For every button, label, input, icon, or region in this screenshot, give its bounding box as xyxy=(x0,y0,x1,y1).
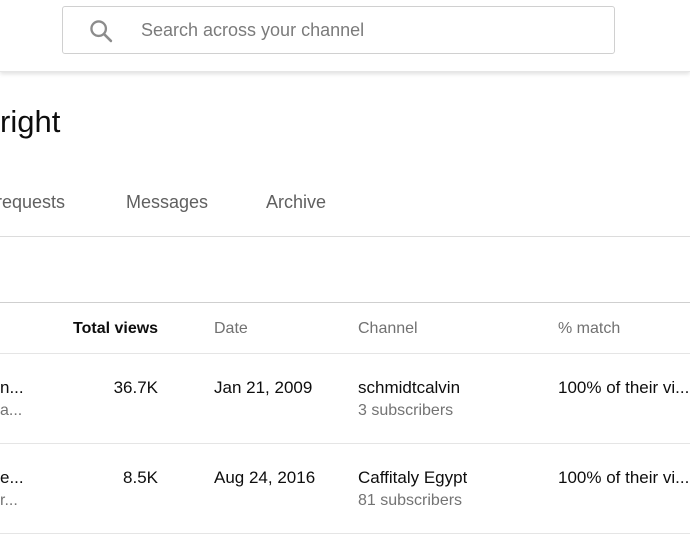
search-input[interactable] xyxy=(141,7,601,53)
video-title[interactable]: e... xyxy=(0,468,24,488)
column-header-total-views[interactable]: Total views xyxy=(73,320,158,338)
date-value: Aug 24, 2016 xyxy=(214,468,316,487)
date-value: Jan 21, 2009 xyxy=(214,378,313,397)
tab-bar: requests Messages Archive xyxy=(0,170,690,237)
search-icon xyxy=(90,20,113,43)
match-value: 100% of their vi... xyxy=(558,378,690,397)
video-description: a... xyxy=(0,402,23,419)
tab-archive[interactable]: Archive xyxy=(266,192,326,213)
column-header-date[interactable]: Date xyxy=(214,320,248,338)
channel-name[interactable]: schmidtcalvin xyxy=(358,378,460,398)
top-bar xyxy=(0,0,690,72)
total-views-value: 36.7K xyxy=(113,378,158,397)
video-description: r... xyxy=(0,492,18,509)
table-row[interactable]: n... a... 36.7K Jan 21, 2009 schmidtcalv… xyxy=(0,354,690,444)
column-header-channel: Channel xyxy=(358,320,418,337)
tab-messages[interactable]: Messages xyxy=(126,192,208,213)
search-box[interactable] xyxy=(62,6,615,54)
channel-subscribers: 81 subscribers xyxy=(358,492,463,509)
table-header: Total views Date Channel % match xyxy=(0,302,690,354)
channel-subscribers: 3 subscribers xyxy=(358,402,454,419)
table-row[interactable]: e... r... 8.5K Aug 24, 2016 Caffitaly Eg… xyxy=(0,444,690,534)
video-title[interactable]: n... xyxy=(0,378,24,398)
tab-requests[interactable]: requests xyxy=(0,192,65,213)
channel-name[interactable]: Caffitaly Egypt xyxy=(358,468,467,488)
column-header-match: % match xyxy=(558,320,621,337)
page-title: right xyxy=(0,104,61,139)
match-value: 100% of their vi... xyxy=(558,468,690,487)
total-views-value: 8.5K xyxy=(123,468,158,487)
